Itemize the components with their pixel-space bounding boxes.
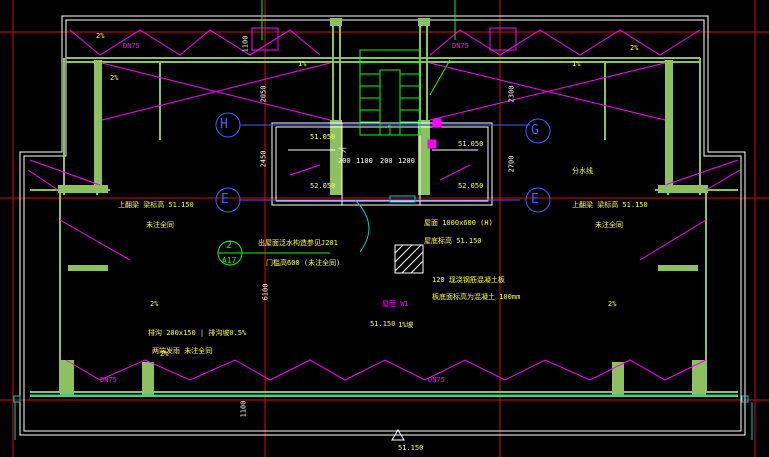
bottom-level: 51.150 xyxy=(398,444,424,452)
down-pipe-3: DN75 xyxy=(100,376,117,384)
level-3: 51.050 xyxy=(458,140,484,148)
axis-label-g: G xyxy=(531,123,539,138)
dim-left-mid: 2450 xyxy=(259,150,268,168)
stair-slope: 1%坡 xyxy=(398,321,414,329)
down-pipe-2: DN75 xyxy=(452,42,469,50)
dim-stair-d: 1200 xyxy=(398,157,415,165)
dim-stair-c: 200 xyxy=(380,157,393,165)
detail-number: 2 xyxy=(226,240,233,251)
gutter-note: 排沟 200x150 | 排沟坡0.5% xyxy=(148,329,247,337)
hatch-note-2: 屋底标高 51.150 xyxy=(424,237,482,245)
cad-drawing-canvas[interactable]: H G E E 2 A17 下 51.050 52.050 51.050 52.… xyxy=(0,0,769,457)
pct-2: 1% xyxy=(572,60,581,68)
detail-sheet: A17 xyxy=(222,256,237,265)
level-4: 52.050 xyxy=(458,182,484,190)
drain-boxes xyxy=(251,27,517,149)
dim-right-upper: 2300 xyxy=(507,85,516,103)
pct-1: 1% xyxy=(298,60,307,68)
dim-left-lower: 6100 xyxy=(261,283,270,301)
hatch-block xyxy=(394,244,424,274)
stair-level: 51.150 xyxy=(370,320,396,328)
slab-note-2: 板底面标高为混凝土 100mm xyxy=(432,293,521,301)
dim-stair-b: 1100 xyxy=(356,157,373,165)
note-left: 上翻梁 梁标高 51.150 xyxy=(118,201,194,209)
note-right-2: 未注全同 xyxy=(595,221,623,229)
down-pipe-4: DN75 xyxy=(428,376,445,384)
slope-6: 2% xyxy=(608,300,617,308)
level-1: 51.050 xyxy=(310,133,336,141)
dim-left-upper: 2050 xyxy=(259,85,268,103)
slope-5: 2% xyxy=(150,300,159,308)
slope-4: 2% xyxy=(630,44,639,52)
outer-parapet xyxy=(19,15,746,436)
down-pipe-1: DN75 xyxy=(123,42,140,50)
drain-label: 分水线 xyxy=(572,167,593,175)
note-right: 上翻梁 梁标高 51.150 xyxy=(572,201,648,209)
hatch-note-1: 屋面 1000x600 (H) xyxy=(424,219,493,227)
floor-plan-svg xyxy=(0,0,769,457)
slope-3: 2% xyxy=(160,350,169,358)
axis-label-e-right: E xyxy=(531,192,539,207)
dim-top-mid: 1100 xyxy=(241,35,250,53)
level-2: 52.050 xyxy=(310,182,336,190)
slope-2: 2% xyxy=(110,74,119,82)
axis-label-h: H xyxy=(220,117,228,132)
cyan-details xyxy=(13,195,753,440)
dim-stair-a: 200 xyxy=(338,157,351,165)
axis-label-e-left: E xyxy=(221,192,229,207)
slab-note-1: 120 现浇钢筋混凝土板 xyxy=(432,276,505,284)
grid-lines xyxy=(0,0,769,457)
dim-right-mid: 2700 xyxy=(507,155,516,173)
roof-note-2: 门槛高600 (未注全同) xyxy=(266,259,341,267)
stair-wall-label: 屋面 W1 xyxy=(382,300,409,308)
roof-note: 出屋面泛水构造参见J201 xyxy=(258,239,338,247)
slope-1: 2% xyxy=(96,32,105,40)
dim-bottom-left: 1100 xyxy=(239,400,248,418)
note-left-2: 未注全同 xyxy=(146,221,174,229)
